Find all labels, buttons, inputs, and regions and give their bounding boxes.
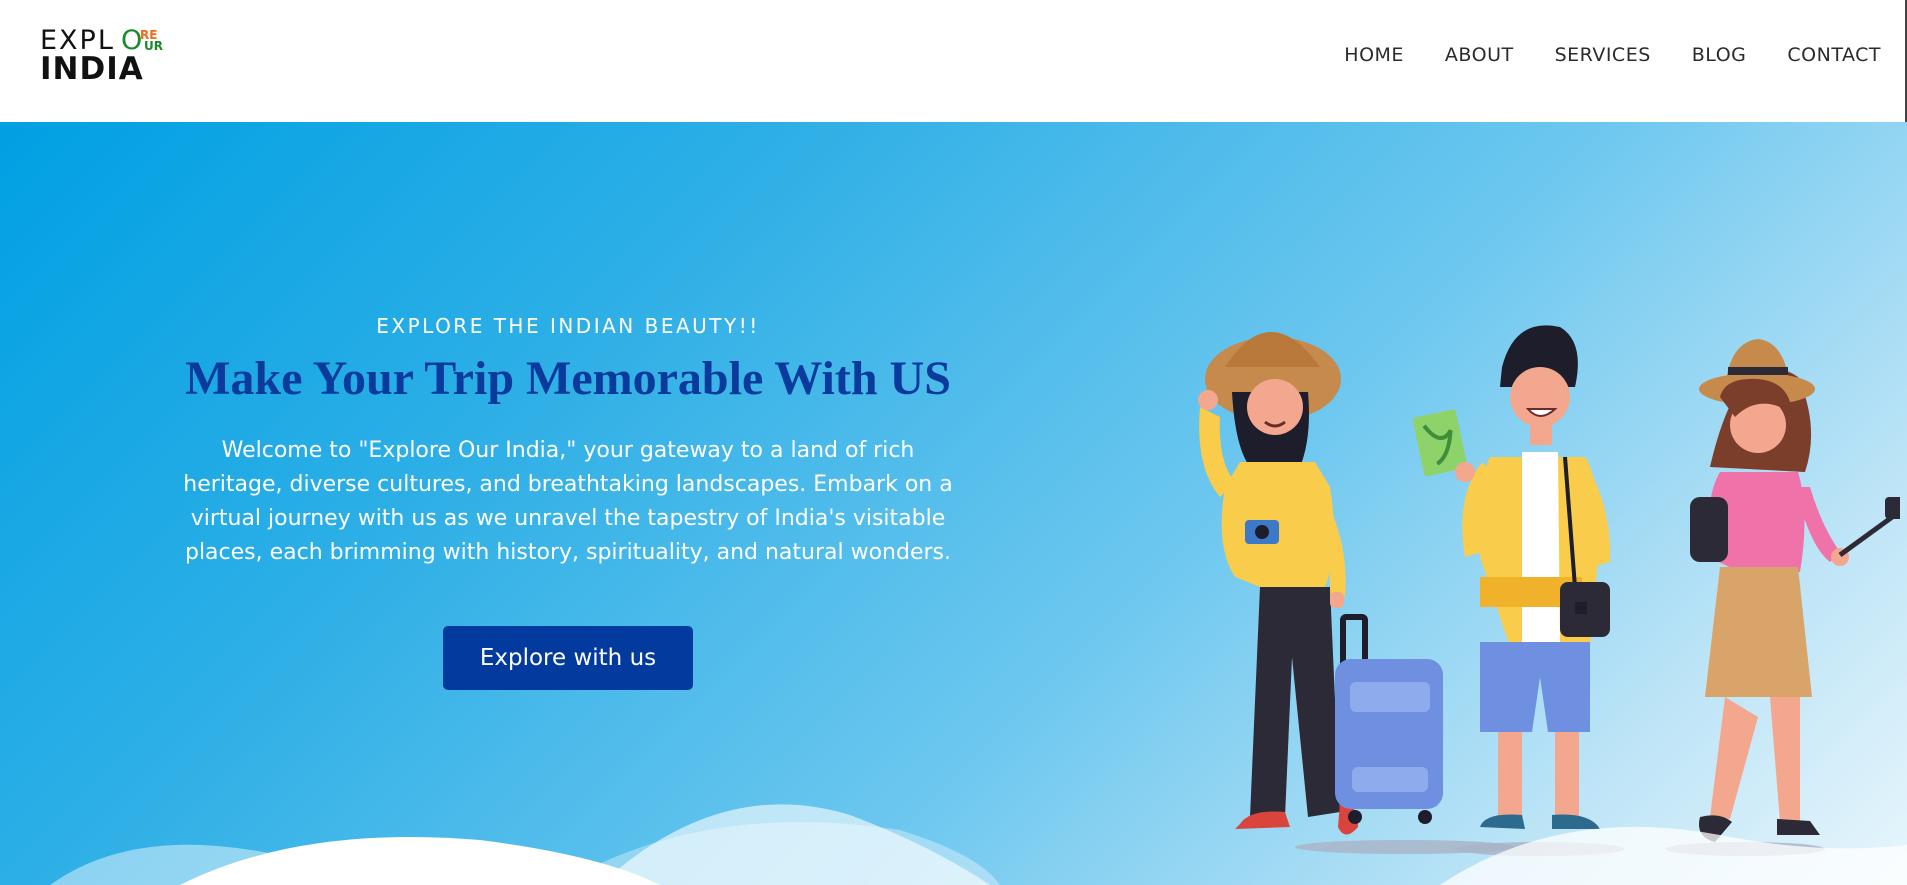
site-header: EXPL O RE UR INDIA HOME ABOUT SERVICES B…	[0, 0, 1907, 150]
nav-about[interactable]: ABOUT	[1445, 44, 1514, 66]
site-logo[interactable]: EXPL O RE UR INDIA	[40, 26, 170, 87]
hero-description: Welcome to "Explore Our India," your gat…	[183, 438, 953, 565]
hero-headline: Make Your Trip Memorable With US	[185, 352, 951, 405]
hero-text-block: EXPLORE THE INDIAN BEAUTY!! Make Your Tr…	[150, 314, 986, 690]
nav-contact[interactable]: CONTACT	[1787, 44, 1881, 66]
traveler-woman-hat	[1198, 332, 1443, 835]
nav-services[interactable]: SERVICES	[1555, 44, 1651, 66]
hero-eyebrow: EXPLORE THE INDIAN BEAUTY!!	[376, 314, 760, 338]
logo-text-bottom: INDIA	[40, 51, 144, 87]
logo-text-ur: UR	[144, 39, 163, 53]
nav-blog[interactable]: BLOG	[1692, 44, 1747, 66]
hero-section: EXPLORE THE INDIAN BEAUTY!! Make Your Tr…	[0, 122, 1907, 885]
explore-button[interactable]: Explore with us	[443, 626, 693, 690]
nav-home[interactable]: HOME	[1344, 44, 1404, 66]
hero-waves	[50, 804, 1907, 885]
main-nav: HOME ABOUT SERVICES BLOG CONTACT	[1344, 44, 1881, 66]
